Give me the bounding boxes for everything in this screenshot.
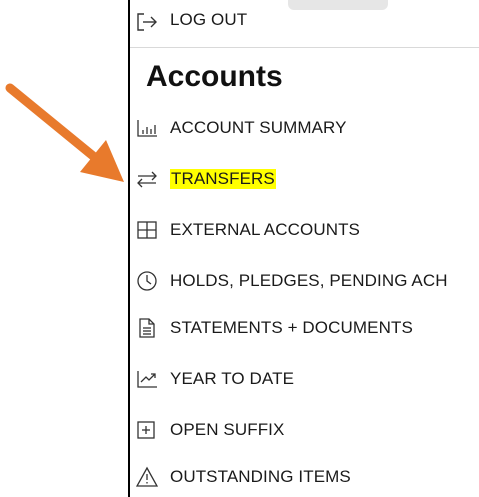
warning-icon — [136, 465, 170, 489]
menu-item-label: HOLDS, PLEDGES, PENDING ACH — [170, 271, 448, 290]
menu-item-account-summary[interactable]: ACCOUNT SUMMARY — [130, 108, 479, 148]
menu-item-transfers[interactable]: TRANSFERS — [130, 159, 479, 199]
menu-item-holds-pledges[interactable]: HOLDS, PLEDGES, PENDING ACH — [130, 261, 479, 301]
plus-box-icon — [136, 418, 170, 442]
section-title: Accounts — [146, 60, 283, 93]
logout-label: LOG OUT — [170, 10, 248, 29]
logout-link[interactable]: LOG OUT — [130, 0, 479, 48]
menu-item-year-to-date[interactable]: YEAR TO DATE — [130, 359, 479, 399]
bar-chart-icon — [136, 116, 170, 140]
transfer-arrows-icon — [136, 167, 170, 191]
menu-item-external-accounts[interactable]: EXTERNAL ACCOUNTS — [130, 210, 479, 250]
menu-item-statements-documents[interactable]: STATEMENTS + DOCUMENTS — [130, 308, 479, 348]
menu-item-label: STATEMENTS + DOCUMENTS — [170, 318, 413, 337]
menu-item-label: EXTERNAL ACCOUNTS — [170, 220, 360, 239]
grid-icon — [136, 218, 170, 242]
menu-item-label: ACCOUNT SUMMARY — [170, 118, 347, 137]
menu-item-label: YEAR TO DATE — [170, 369, 295, 388]
menu-item-label: OUTSTANDING ITEMS — [170, 467, 351, 486]
menu-item-label: TRANSFERS — [170, 169, 276, 189]
menu-item-open-suffix[interactable]: OPEN SUFFIX — [130, 410, 479, 450]
menu-item-outstanding-items[interactable]: OUTSTANDING ITEMS — [130, 457, 479, 497]
annotation-arrow — [5, 83, 124, 182]
trend-chart-icon — [136, 367, 170, 391]
menu-item-label: OPEN SUFFIX — [170, 420, 285, 439]
document-icon — [136, 316, 170, 340]
clock-icon — [136, 269, 170, 293]
side-menu: LOG OUT Accounts ACCOUNT SUMMARY TRANSFE… — [128, 0, 479, 497]
logout-icon — [136, 10, 170, 34]
